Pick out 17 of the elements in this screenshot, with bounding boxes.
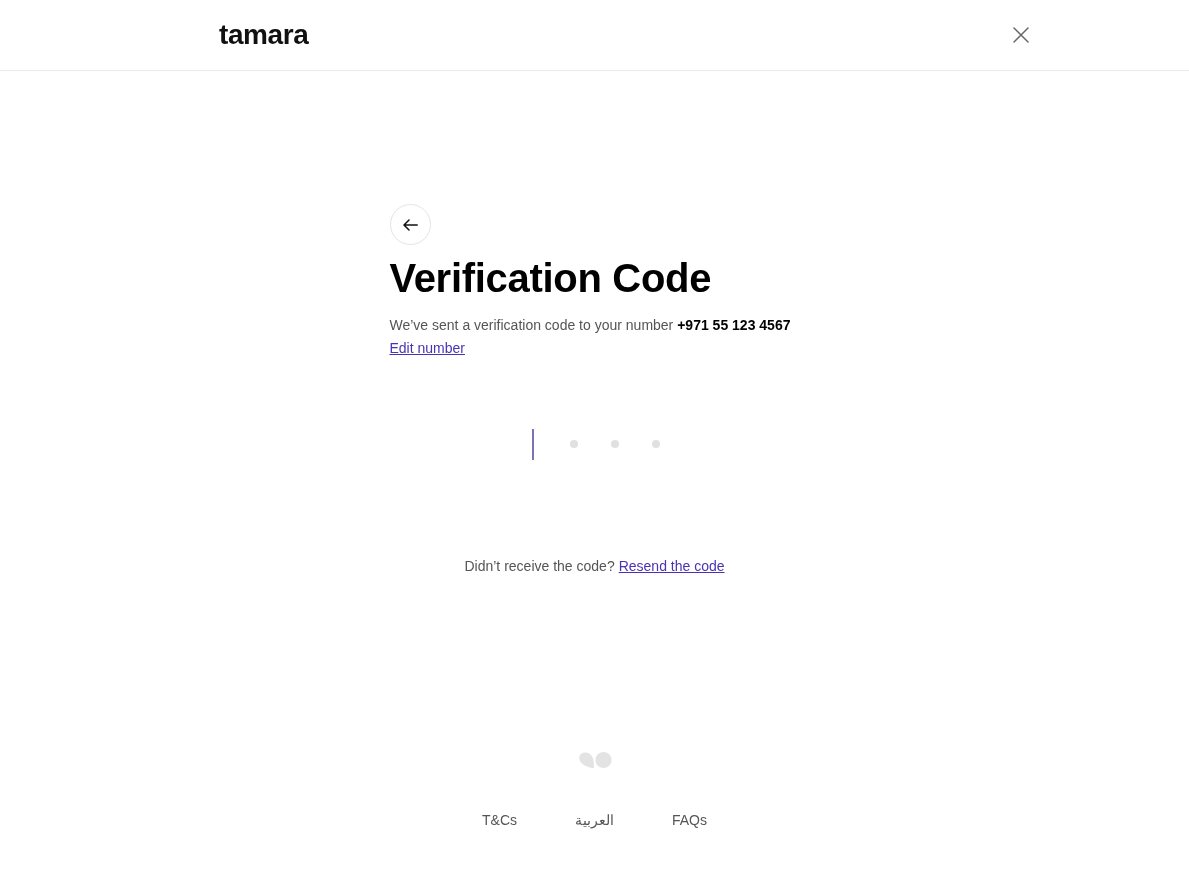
close-icon [1013, 27, 1029, 43]
back-button[interactable] [389, 204, 431, 245]
page-title: Verification Code [389, 255, 713, 302]
edit-number-link[interactable]: Edit number [389, 338, 465, 359]
dot-icon [652, 440, 660, 448]
dot-icon [611, 440, 619, 448]
arrow-left-icon [402, 218, 418, 231]
resend-code-link[interactable]: Resend the code [618, 556, 725, 577]
footer-link[interactable]: T&Cs [482, 812, 517, 828]
brand-logo: tamara [219, 21, 309, 49]
brand-mark-icon [577, 751, 612, 769]
sent-code-message: We’ve sent a verification code to your number +971 55 123 4567 [389, 316, 792, 335]
resend-prompt-text: Didn’t receive the code? [464, 557, 615, 576]
footer-link[interactable]: العربية [575, 812, 614, 828]
footer-link[interactable]: FAQs [672, 812, 707, 828]
dot-icon [570, 440, 578, 448]
text-cursor-icon [532, 428, 534, 460]
